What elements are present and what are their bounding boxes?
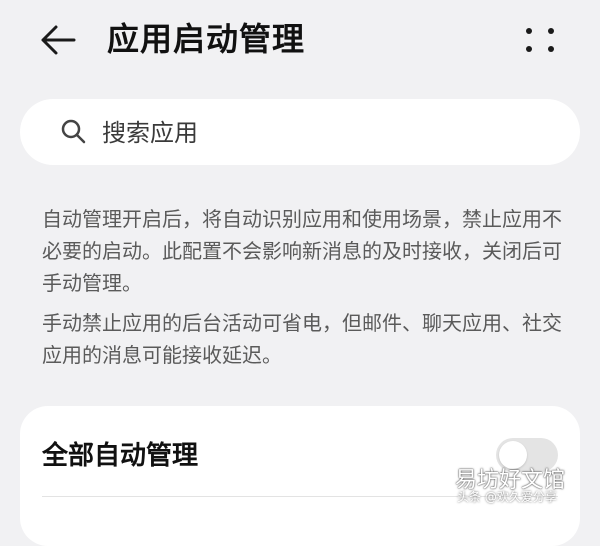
description-auto-manage: 自动管理开启后，将自动识别应用和使用场景，禁止应用不必要的启动。此配置不会影响新… [42,207,562,295]
search-bar[interactable] [20,99,580,165]
app-header: 应用启动管理 [0,0,600,80]
search-icon [61,119,86,144]
more-dots-icon[interactable] [522,24,558,56]
arrow-left-icon[interactable] [38,22,78,58]
description-manual-manage: 手动禁止应用的后台活动可省电，但邮件、聊天应用、社交应用的消息可能接收延迟。 [42,311,562,367]
watermark-source-text: 头条 @欢久爱分享 [457,490,557,504]
search-input[interactable] [100,112,544,154]
page-title: 应用启动管理 [107,20,306,58]
auto-manage-all-label: 全部自动管理 [42,441,199,471]
